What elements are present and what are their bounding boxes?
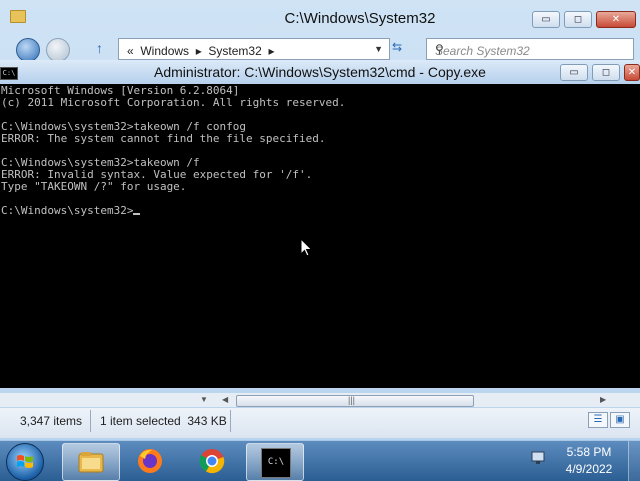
details-view-icon[interactable]: ☰ bbox=[588, 412, 608, 428]
status-bar: 3,347 items 1 item selected 343 KB ☰ ▣ bbox=[0, 408, 640, 438]
status-divider bbox=[90, 410, 91, 432]
scroll-right-icon[interactable]: ▶ bbox=[600, 393, 606, 407]
taskbar-cmd-button[interactable]: C:\ bbox=[246, 443, 304, 481]
taskbar-firefox-button[interactable] bbox=[122, 443, 178, 479]
console-output[interactable]: Microsoft Windows [Version 6.2.8064] (c)… bbox=[0, 85, 640, 388]
breadcrumb-system32[interactable]: System32 bbox=[208, 44, 261, 58]
chevron-down-icon[interactable]: ▼ bbox=[200, 393, 208, 407]
horizontal-scrollbar[interactable]: ▼ ◀ ||| ▶ bbox=[0, 393, 640, 407]
clock-time: 5:58 PM bbox=[566, 445, 612, 459]
refresh-icon[interactable]: ⇆ bbox=[392, 40, 410, 56]
search-icon[interactable]: ⚲ bbox=[435, 39, 627, 59]
scroll-left-icon[interactable]: ◀ bbox=[222, 393, 228, 407]
address-bar[interactable]: « Windows ▸ System32 ▸ ▼ bbox=[118, 38, 390, 60]
breadcrumb-separator[interactable]: ▸ bbox=[268, 44, 274, 58]
scrollbar-grip-icon: ||| bbox=[348, 395, 356, 405]
forward-button[interactable] bbox=[46, 38, 70, 62]
network-icon[interactable] bbox=[530, 449, 546, 467]
text-cursor bbox=[133, 213, 141, 215]
windows-logo-icon bbox=[17, 455, 33, 468]
console-line: ERROR: The system cannot find the file s… bbox=[1, 132, 326, 145]
console-prompt-line[interactable]: C:\Windows\system32> bbox=[1, 204, 141, 217]
cmd-title: Administrator: C:\Windows\System32\cmd -… bbox=[154, 64, 486, 80]
cmd-icon: C:\ bbox=[261, 448, 291, 478]
console-prompt: C:\Windows\system32> bbox=[1, 204, 134, 217]
selection-info: 1 item selected 343 KB bbox=[100, 414, 227, 428]
folder-icon bbox=[78, 452, 104, 473]
breadcrumb-separator[interactable]: ▸ bbox=[196, 44, 202, 58]
start-button[interactable] bbox=[6, 443, 44, 481]
address-dropdown-icon[interactable]: ▼ bbox=[374, 39, 383, 59]
taskbar: C:\ 5:58 PM 4/9/2022 bbox=[0, 440, 640, 481]
breadcrumb-overflow[interactable]: « bbox=[127, 44, 134, 58]
explorer-titlebar[interactable]: C:\Windows\System32 ▭ ◻ ✕ bbox=[0, 0, 640, 38]
large-icons-view-icon[interactable]: ▣ bbox=[610, 412, 630, 428]
explorer-navbar: ↑ « Windows ▸ System32 ▸ ▼ ⇆ Search Syst… bbox=[0, 38, 640, 62]
show-desktop-button[interactable] bbox=[628, 441, 640, 481]
up-arrow-icon[interactable]: ↑ bbox=[96, 40, 103, 56]
firefox-icon bbox=[138, 449, 162, 473]
console-line: Type "TAKEOWN /?" for usage. bbox=[1, 180, 187, 193]
item-count: 3,347 items bbox=[20, 414, 83, 428]
system-clock[interactable]: 5:58 PM 4/9/2022 bbox=[556, 444, 622, 478]
cmd-minimize-button[interactable]: ▭ bbox=[560, 64, 588, 81]
taskbar-explorer-button[interactable] bbox=[62, 443, 120, 481]
clock-date: 4/9/2022 bbox=[565, 462, 613, 476]
cmd-close-button[interactable]: ✕ bbox=[624, 64, 640, 81]
console-line: (c) 2011 Microsoft Corporation. All righ… bbox=[1, 96, 346, 109]
minimize-button[interactable]: ▭ bbox=[532, 11, 560, 28]
cmd-icon: C:\ bbox=[0, 67, 18, 80]
chrome-icon bbox=[199, 449, 225, 474]
close-button[interactable]: ✕ bbox=[596, 11, 636, 28]
breadcrumb-windows[interactable]: Windows bbox=[140, 44, 189, 58]
cmd-maximize-button[interactable]: ◻ bbox=[592, 64, 620, 81]
status-divider bbox=[230, 410, 231, 432]
search-input[interactable]: Search System32 ⚲ bbox=[426, 38, 634, 60]
maximize-button[interactable]: ◻ bbox=[564, 11, 592, 28]
breadcrumb: « Windows ▸ System32 ▸ bbox=[127, 41, 274, 61]
explorer-title: C:\Windows\System32 bbox=[284, 10, 436, 27]
taskbar-chrome-button[interactable] bbox=[184, 443, 240, 479]
cmd-window: C:\ Administrator: C:\Windows\System32\c… bbox=[0, 60, 640, 388]
folder-icon bbox=[10, 10, 26, 23]
back-button[interactable] bbox=[16, 38, 40, 62]
cmd-titlebar[interactable]: C:\ Administrator: C:\Windows\System32\c… bbox=[0, 60, 640, 84]
